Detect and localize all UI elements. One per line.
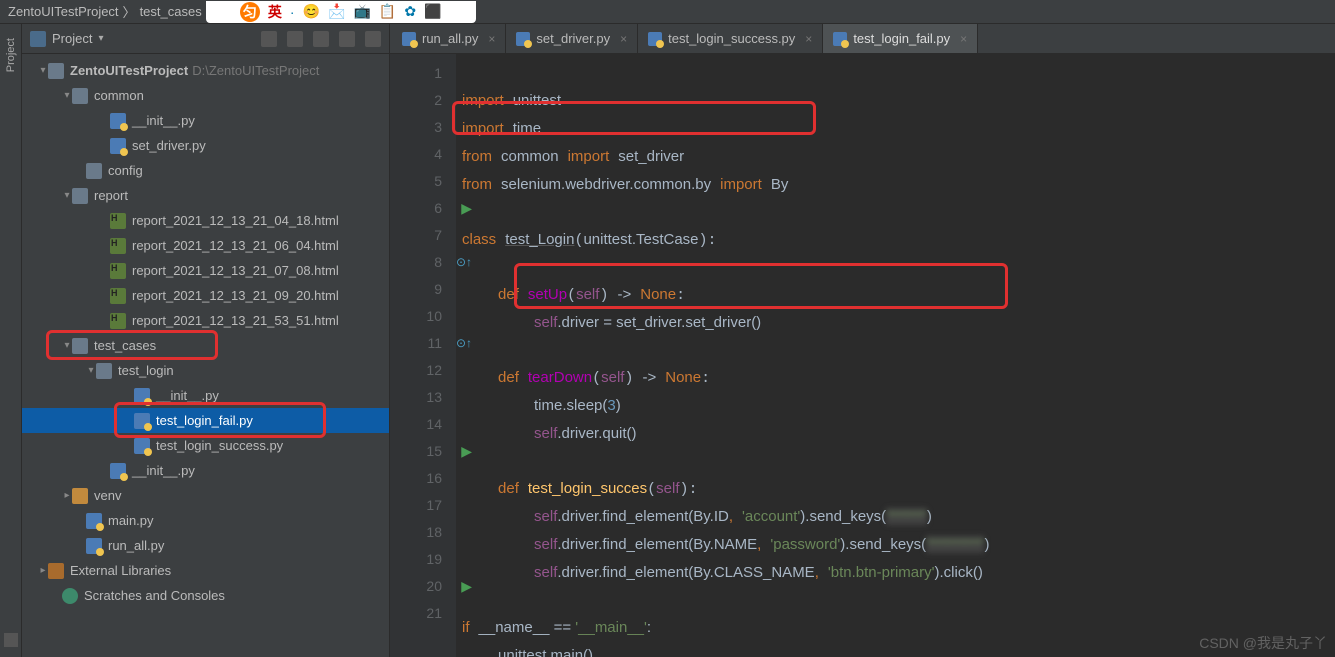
html-file-icon (110, 313, 126, 329)
collapse-all-icon[interactable] (313, 31, 329, 47)
chevron-right-icon: 〉 (123, 2, 136, 21)
tree-folder-venv[interactable]: ▸venv (22, 483, 389, 508)
tree-file[interactable]: run_all.py (22, 533, 389, 558)
html-file-icon (110, 238, 126, 254)
breadcrumb: ZentoUITestProject 〉 test_cases 匀 英 · 😊📩… (0, 0, 1335, 24)
line-number-gutter[interactable]: 123456789101112131415161718192021 ▶ ⊙↑ ⊙… (390, 54, 456, 657)
html-file-icon (110, 288, 126, 304)
project-tree[interactable]: ▾ZentoUITestProjectD:\ZentoUITestProject… (22, 54, 389, 657)
breadcrumb-file[interactable]: test_cases (140, 4, 202, 19)
editor-tab[interactable]: run_all.py× (392, 24, 506, 53)
python-file-icon (516, 32, 530, 46)
library-icon (48, 563, 64, 579)
tree-file-selected[interactable]: test_login_fail.py (22, 408, 389, 433)
folder-icon (72, 188, 88, 204)
structure-icon[interactable] (4, 633, 18, 647)
editor-area: run_all.py× set_driver.py× test_login_su… (390, 24, 1335, 657)
code-editor[interactable]: import unittest import time from common … (456, 54, 1335, 657)
tool-window-rail: Project (0, 24, 22, 657)
project-tool-window: Project ▾ ▾ZentoUITestProjectD:\ZentoUIT… (22, 24, 390, 657)
project-icon (30, 31, 46, 47)
python-file-icon (86, 513, 102, 529)
python-file-icon (86, 538, 102, 554)
highlight-box (452, 101, 816, 135)
scratch-icon (62, 588, 78, 604)
python-file-icon (648, 32, 662, 46)
close-icon[interactable]: × (488, 32, 495, 46)
python-file-icon (134, 438, 150, 454)
gear-icon[interactable] (339, 31, 355, 47)
tree-file[interactable]: report_2021_12_13_21_06_04.html (22, 233, 389, 258)
tree-folder-common[interactable]: ▾common (22, 83, 389, 108)
tree-file[interactable]: report_2021_12_13_21_53_51.html (22, 308, 389, 333)
breadcrumb-project[interactable]: ZentoUITestProject (8, 4, 119, 19)
python-file-icon (402, 32, 416, 46)
folder-icon (72, 88, 88, 104)
python-file-icon (134, 413, 150, 429)
folder-icon (48, 63, 64, 79)
tree-file[interactable]: __init__.py (22, 383, 389, 408)
tree-file[interactable]: set_driver.py (22, 133, 389, 158)
editor-tab-active[interactable]: test_login_fail.py× (823, 24, 978, 53)
folder-icon (86, 163, 102, 179)
tree-file[interactable]: __init__.py (22, 458, 389, 483)
tree-file[interactable]: report_2021_12_13_21_09_20.html (22, 283, 389, 308)
editor-tabs: run_all.py× set_driver.py× test_login_su… (390, 24, 1335, 54)
close-icon[interactable]: × (960, 32, 967, 46)
tree-folder-test-cases[interactable]: ▾test_cases (22, 333, 389, 358)
watermark-text: CSDN @我是丸子丫 (1199, 633, 1327, 653)
python-file-icon (833, 32, 847, 46)
tree-file[interactable]: main.py (22, 508, 389, 533)
browser-extension-bar: 匀 英 · 😊📩📺📋✿⬛ (206, 1, 476, 23)
python-file-icon (110, 138, 126, 154)
html-file-icon (110, 213, 126, 229)
tree-folder-test-login[interactable]: ▾test_login (22, 358, 389, 383)
python-file-icon (134, 388, 150, 404)
python-file-icon (110, 463, 126, 479)
folder-icon (72, 488, 88, 504)
editor-tab[interactable]: set_driver.py× (506, 24, 638, 53)
html-file-icon (110, 263, 126, 279)
tree-file[interactable]: test_login_success.py (22, 433, 389, 458)
tree-folder-config[interactable]: config (22, 158, 389, 183)
locate-icon[interactable] (261, 31, 277, 47)
hide-icon[interactable] (365, 31, 381, 47)
project-panel-title: Project (52, 31, 92, 46)
tree-root[interactable]: ▾ZentoUITestProjectD:\ZentoUITestProject (22, 58, 389, 83)
tree-external-libs[interactable]: ▸External Libraries (22, 558, 389, 583)
editor-tab[interactable]: test_login_success.py× (638, 24, 823, 53)
folder-icon (96, 363, 112, 379)
close-icon[interactable]: × (805, 32, 812, 46)
dropdown-icon[interactable]: ▾ (98, 33, 103, 44)
project-tool-tab[interactable]: Project (5, 38, 17, 72)
tree-file[interactable]: report_2021_12_13_21_04_18.html (22, 208, 389, 233)
tree-file[interactable]: __init__.py (22, 108, 389, 133)
tree-folder-report[interactable]: ▾report (22, 183, 389, 208)
expand-all-icon[interactable] (287, 31, 303, 47)
python-file-icon (110, 113, 126, 129)
close-icon[interactable]: × (620, 32, 627, 46)
tree-scratches[interactable]: Scratches and Consoles (22, 583, 389, 608)
tree-file[interactable]: report_2021_12_13_21_07_08.html (22, 258, 389, 283)
folder-icon (72, 338, 88, 354)
project-panel-header: Project ▾ (22, 24, 389, 54)
